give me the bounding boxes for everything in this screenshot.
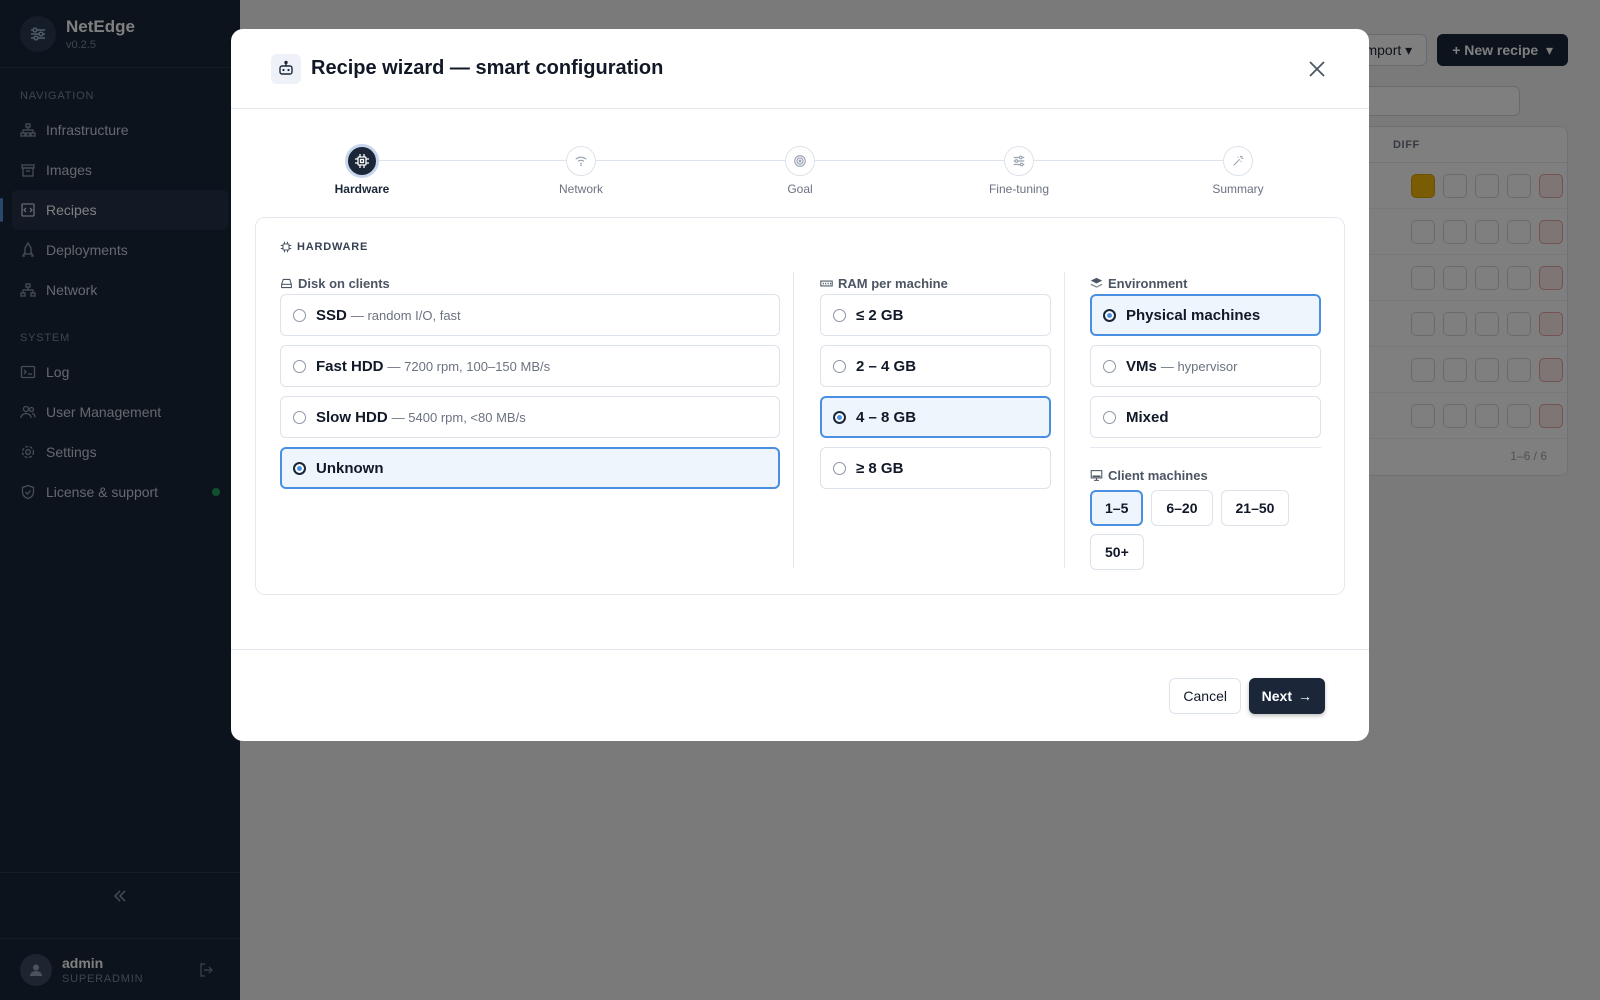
separator [1090,447,1321,448]
column-divider [793,272,794,568]
radio-button[interactable] [293,308,306,322]
hardware-panel: HARDWARE Disk on clients SSD — random I/O… [255,217,1345,595]
environment-label: Environment [1090,272,1321,294]
client-machines-label: Client machines [1090,464,1321,486]
magic-wand-icon [1223,146,1253,176]
section-title: HARDWARE [280,241,368,253]
monitor-icon [1090,469,1103,481]
clients-option-21-50[interactable]: 21–50 [1220,490,1290,526]
modal-header: Recipe wizard — smart configuration [231,29,1369,109]
arrow-right-icon: → [1298,688,1312,704]
radio-button[interactable] [833,410,846,424]
step-label: Summary [1212,182,1264,196]
ram-label: RAM per machine [820,272,1051,294]
next-button[interactable]: Next → [1248,678,1325,714]
robot-icon [271,53,301,84]
environment-option-vms[interactable]: VMs — hypervisor [1090,345,1321,387]
chip-icon [345,144,379,178]
step-goal[interactable]: Goal [740,146,860,196]
step-network[interactable]: Network [521,146,641,196]
close-icon [1309,61,1325,77]
clients-option-6-20[interactable]: 6–20 [1151,490,1213,526]
radio-button[interactable] [1103,308,1116,322]
hard-drive-icon [281,278,292,288]
wifi-icon [566,146,596,176]
modal-footer: Cancel Next → [231,649,1369,741]
radio-button[interactable] [833,359,846,373]
radio-button[interactable] [833,461,846,475]
sliders-icon [1004,146,1034,176]
clients-option-50-plus[interactable]: 50+ [1090,534,1144,570]
target-icon [785,146,815,176]
modal-title: Recipe wizard — smart configuration [311,57,664,79]
step-label: Hardware [334,182,390,196]
disk-option-unknown[interactable]: Unknown [280,447,780,489]
radio-button[interactable] [293,461,306,475]
chip-icon [280,241,292,253]
cancel-button[interactable]: Cancel [1169,678,1241,714]
environment-option-physical[interactable]: Physical machines [1090,294,1321,336]
memory-icon [820,280,833,286]
ram-option-2-4gb[interactable]: 2 – 4 GB [820,345,1051,387]
ram-option-ge-8gb[interactable]: ≥ 8 GB [820,447,1051,489]
environment-option-mixed[interactable]: Mixed [1090,396,1321,438]
step-fine-tuning[interactable]: Fine-tuning [959,146,1079,196]
radio-button[interactable] [293,359,306,373]
column-divider [1064,272,1065,568]
radio-button[interactable] [1103,359,1116,373]
layers-icon [1090,277,1103,288]
recipe-wizard-modal: Recipe wizard — smart configuration Hard… [231,29,1369,741]
disk-label: Disk on clients [280,272,780,294]
disk-option-fast-hdd[interactable]: Fast HDD — 7200 rpm, 100–150 MB/s [280,345,780,387]
ram-column: RAM per machine ≤ 2 GB 2 – 4 GB 4 – 8 GB… [820,272,1051,498]
step-hardware[interactable]: Hardware [302,144,422,196]
disk-option-slow-hdd[interactable]: Slow HDD — 5400 rpm, <80 MB/s [280,396,780,438]
clients-option-1-5[interactable]: 1–5 [1090,490,1144,526]
radio-button[interactable] [293,410,306,424]
ram-option-le-2gb[interactable]: ≤ 2 GB [820,294,1051,336]
client-machines-options: 1–5 6–20 21–50 50+ [1090,490,1321,570]
next-button-label: Next [1261,688,1292,704]
disk-column: Disk on clients SSD — random I/O, fast Fa… [280,272,780,498]
ram-option-4-8gb[interactable]: 4 – 8 GB [820,396,1051,438]
step-label: Network [558,182,603,196]
step-label: Fine-tuning [988,182,1050,196]
close-button[interactable] [1303,55,1331,83]
disk-option-ssd[interactable]: SSD — random I/O, fast [280,294,780,336]
radio-button[interactable] [833,308,846,322]
step-label: Goal [787,182,813,196]
environment-column: Environment Physical machines VMs — hyper… [1090,272,1321,570]
step-summary[interactable]: Summary [1178,146,1298,196]
wizard-stepper: Hardware Network Goal Fine-tuning Summar… [231,109,1369,209]
radio-button[interactable] [1103,410,1116,424]
